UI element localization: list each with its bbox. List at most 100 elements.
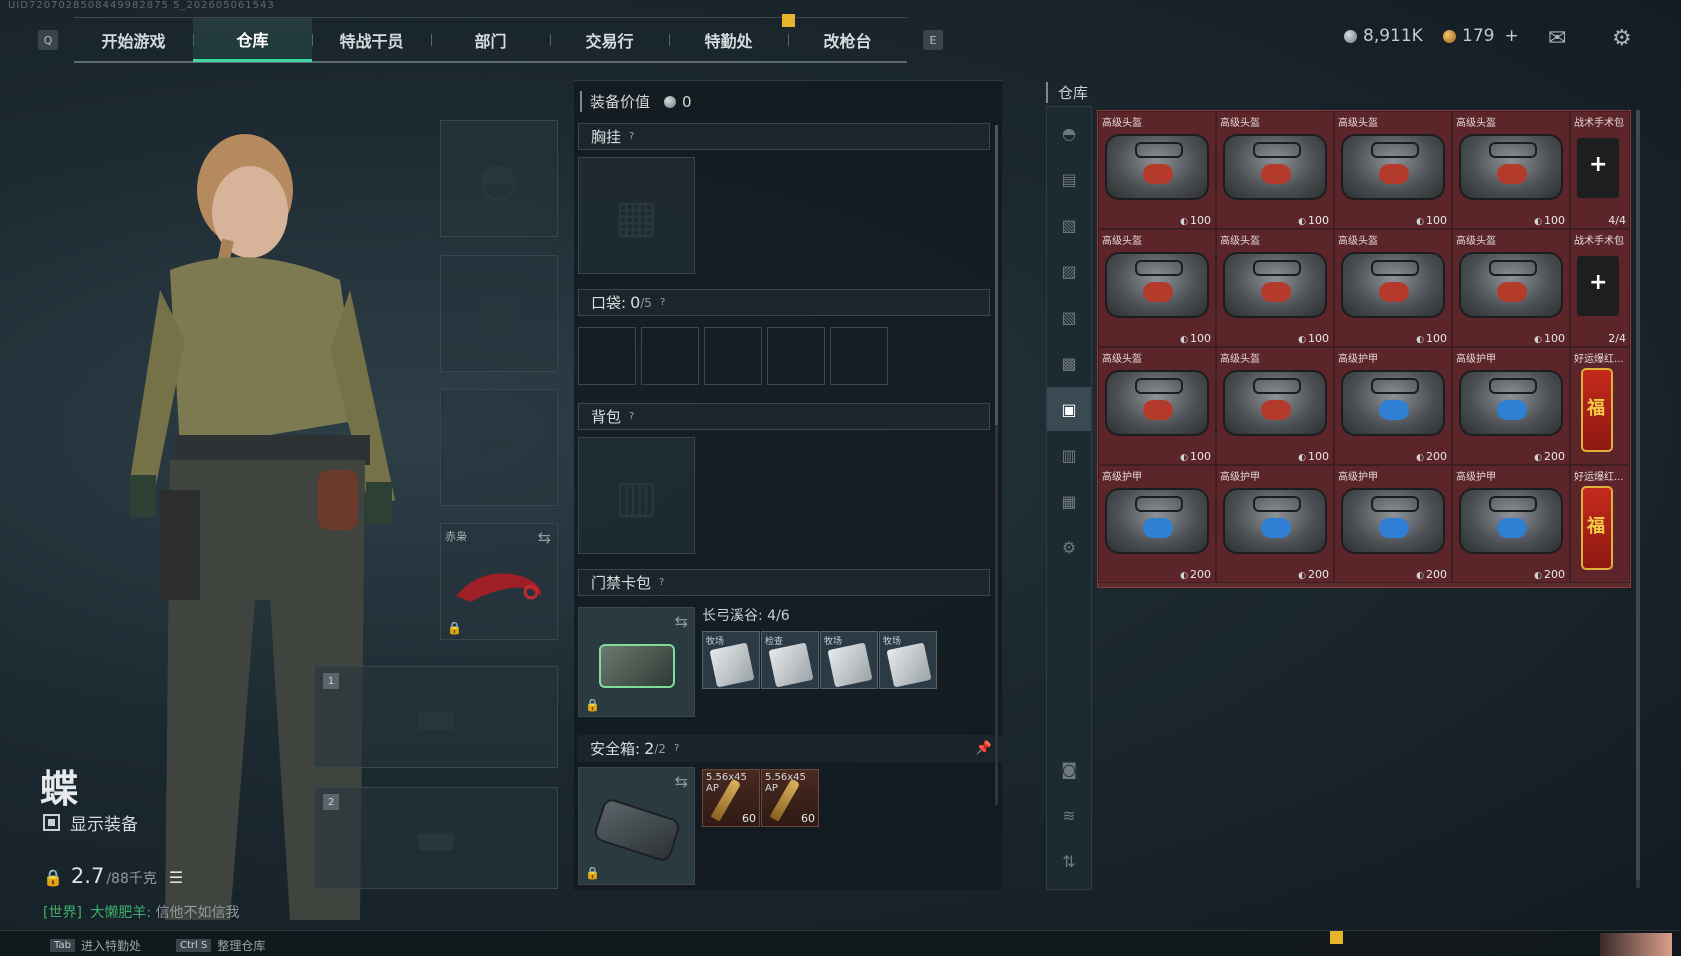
tab-gunsmith[interactable]: 改枪台 bbox=[788, 18, 907, 62]
warehouse-scrollbar[interactable] bbox=[1636, 110, 1640, 888]
pocket-header: 口袋: 0 /5 ? bbox=[578, 289, 990, 316]
helmet-item[interactable]: 高级头盔 100 bbox=[1334, 229, 1452, 347]
helmet-item[interactable]: 高级头盔 100 bbox=[1452, 229, 1570, 347]
keycard-case-slot[interactable]: ⇆ 🔒 bbox=[578, 607, 695, 717]
storage-tab-icon[interactable]: ▨ bbox=[1047, 249, 1091, 293]
storage-tab-icon[interactable]: ▧ bbox=[1047, 203, 1091, 247]
armor-item[interactable]: 高级护甲 200 bbox=[1452, 347, 1570, 465]
lock-icon: 🔒 bbox=[43, 868, 63, 887]
helmet-item[interactable]: 高级头盔 100 bbox=[1098, 111, 1216, 229]
firecracker-item[interactable]: 好运爆红... bbox=[1570, 347, 1630, 465]
layers-icon[interactable]: ≋ bbox=[1047, 793, 1091, 837]
portrait-icon[interactable]: ◙ bbox=[1047, 747, 1091, 791]
nav-right-key[interactable]: E bbox=[923, 30, 943, 50]
chest-rig-slot[interactable]: ▦ bbox=[578, 157, 695, 274]
tab-special-ops[interactable]: 特勤处 bbox=[669, 18, 788, 62]
help-icon[interactable]: ? bbox=[629, 131, 634, 142]
keycard-item[interactable]: 牧场 bbox=[879, 631, 937, 689]
show-equipment-toggle[interactable]: 显示装备 bbox=[43, 810, 138, 835]
enter-special-ops-button[interactable]: Tab 进入特勤处 bbox=[50, 937, 141, 954]
armor-case-icon bbox=[1341, 370, 1445, 436]
pin-icon[interactable]: 📌 bbox=[976, 741, 992, 756]
storage-tab-icon[interactable]: ▥ bbox=[1047, 433, 1091, 477]
tab-start-game[interactable]: 开始游戏 bbox=[74, 18, 193, 62]
firecracker-item[interactable]: 好运爆红... bbox=[1570, 465, 1630, 583]
mail-icon[interactable]: ✉ bbox=[1548, 26, 1566, 51]
gear-icon[interactable]: ⚙ bbox=[1612, 26, 1632, 51]
avatar[interactable] bbox=[1600, 933, 1672, 956]
ammo-item[interactable]: 5.56x45 AP 60 bbox=[702, 769, 760, 827]
helmet-filter-icon[interactable]: ◓ bbox=[1047, 111, 1091, 155]
armor-item[interactable]: 高级护甲 200 bbox=[1334, 465, 1452, 583]
add-currency-button[interactable]: + bbox=[1504, 26, 1518, 46]
armor-item[interactable]: 高级护甲 200 bbox=[1098, 465, 1216, 583]
help-icon[interactable]: ? bbox=[659, 577, 664, 588]
primary-weapon-slot-1[interactable]: 1 ▬ bbox=[314, 666, 558, 768]
item-name: 高级头盔 bbox=[1338, 236, 1378, 247]
primary-weapon-slot-2[interactable]: 2 ▬ bbox=[314, 787, 558, 889]
swap-icon[interactable]: ⇆ bbox=[538, 528, 551, 547]
pocket-slot[interactable] bbox=[767, 327, 825, 385]
helmet-item[interactable]: 高级头盔 100 bbox=[1216, 229, 1334, 347]
storage-tab-icon[interactable]: ▦ bbox=[1047, 479, 1091, 523]
chat-channel: [世界] bbox=[43, 905, 82, 921]
armor-case-icon bbox=[1341, 488, 1445, 554]
ammo-item[interactable]: 5.56x45 AP 60 bbox=[761, 769, 819, 827]
list-icon[interactable]: ☰ bbox=[169, 868, 183, 887]
helmet-item[interactable]: 高级头盔 100 bbox=[1334, 111, 1452, 229]
help-icon[interactable]: ? bbox=[629, 411, 634, 422]
pocket-max: /5 bbox=[640, 295, 652, 310]
tab-trade[interactable]: 交易行 bbox=[550, 18, 669, 62]
tab-warehouse[interactable]: 仓库 bbox=[193, 18, 312, 62]
keycard-item[interactable]: 牧场 bbox=[820, 631, 878, 689]
helmet-slot[interactable]: ◓ bbox=[440, 120, 558, 237]
swap-icon[interactable]: ⇆ bbox=[675, 612, 688, 631]
help-icon[interactable]: ? bbox=[660, 297, 665, 308]
storage-tab-icon[interactable]: ▧ bbox=[1047, 295, 1091, 339]
melee-slot[interactable]: 赤枭 ⇆ 🔒 bbox=[440, 523, 558, 640]
world-chat[interactable]: [世界] 大懒肥羊: 信他不如信我 bbox=[43, 902, 240, 922]
backpack-label: 背包 bbox=[591, 408, 622, 426]
pistol-slot[interactable]: ⌐ bbox=[440, 389, 558, 506]
sort-icon[interactable]: ⇅ bbox=[1047, 839, 1091, 883]
helmet-item[interactable]: 高级头盔 100 bbox=[1098, 229, 1216, 347]
keycard-item[interactable]: 牧场 bbox=[702, 631, 760, 689]
pocket-slot[interactable] bbox=[641, 327, 699, 385]
swap-icon[interactable]: ⇆ bbox=[675, 772, 688, 791]
item-name: 高级头盔 bbox=[1102, 354, 1142, 365]
alert-badge bbox=[782, 14, 795, 27]
armor-item[interactable]: 高级护甲 200 bbox=[1334, 347, 1452, 465]
show-equipment-checkbox[interactable] bbox=[43, 814, 60, 831]
keycard-item[interactable]: 检查 bbox=[761, 631, 819, 689]
safebox-slot[interactable]: ⇆ 🔒 bbox=[578, 767, 695, 885]
helmet-item[interactable]: 高级头盔 100 bbox=[1098, 347, 1216, 465]
item-durability: 4/4 bbox=[1608, 214, 1626, 227]
chat-message: 信他不如信我 bbox=[155, 905, 240, 921]
helmet-item[interactable]: 高级头盔 100 bbox=[1216, 111, 1334, 229]
helmet-item[interactable]: 高级头盔 100 bbox=[1452, 111, 1570, 229]
pocket-slot[interactable] bbox=[830, 327, 888, 385]
equipment-scrollbar[interactable] bbox=[995, 125, 998, 805]
item-name: 高级头盔 bbox=[1102, 118, 1142, 129]
armor-item[interactable]: 高级护甲 200 bbox=[1452, 465, 1570, 583]
help-icon[interactable]: ? bbox=[674, 743, 679, 754]
storage-tab-icon[interactable]: ▣ bbox=[1047, 387, 1091, 431]
keycard-case-icon bbox=[599, 644, 675, 688]
tab-operators[interactable]: 特战干员 bbox=[312, 18, 431, 62]
item-value: 100 bbox=[1416, 214, 1447, 227]
armor-item[interactable]: 高级护甲 200 bbox=[1216, 465, 1334, 583]
med-kit-item[interactable]: 战术手术包 2/4 bbox=[1570, 229, 1630, 347]
armor-slot[interactable]: ▣ bbox=[440, 255, 558, 372]
backpack-slot[interactable]: ▥ bbox=[578, 437, 695, 554]
item-name: 高级头盔 bbox=[1456, 118, 1496, 129]
nav-left-key[interactable]: Q bbox=[38, 30, 58, 50]
gear-icon[interactable]: ⚙ bbox=[1047, 525, 1091, 569]
sort-warehouse-button[interactable]: Ctrl S 整理仓库 bbox=[176, 937, 265, 954]
storage-tab-icon[interactable]: ▤ bbox=[1047, 157, 1091, 201]
pocket-slot[interactable] bbox=[704, 327, 762, 385]
storage-tab-icon[interactable]: ▩ bbox=[1047, 341, 1091, 385]
tab-department[interactable]: 部门 bbox=[431, 18, 550, 62]
pocket-slot[interactable] bbox=[578, 327, 636, 385]
med-kit-item[interactable]: 战术手术包 4/4 bbox=[1570, 111, 1630, 229]
helmet-item[interactable]: 高级头盔 100 bbox=[1216, 347, 1334, 465]
